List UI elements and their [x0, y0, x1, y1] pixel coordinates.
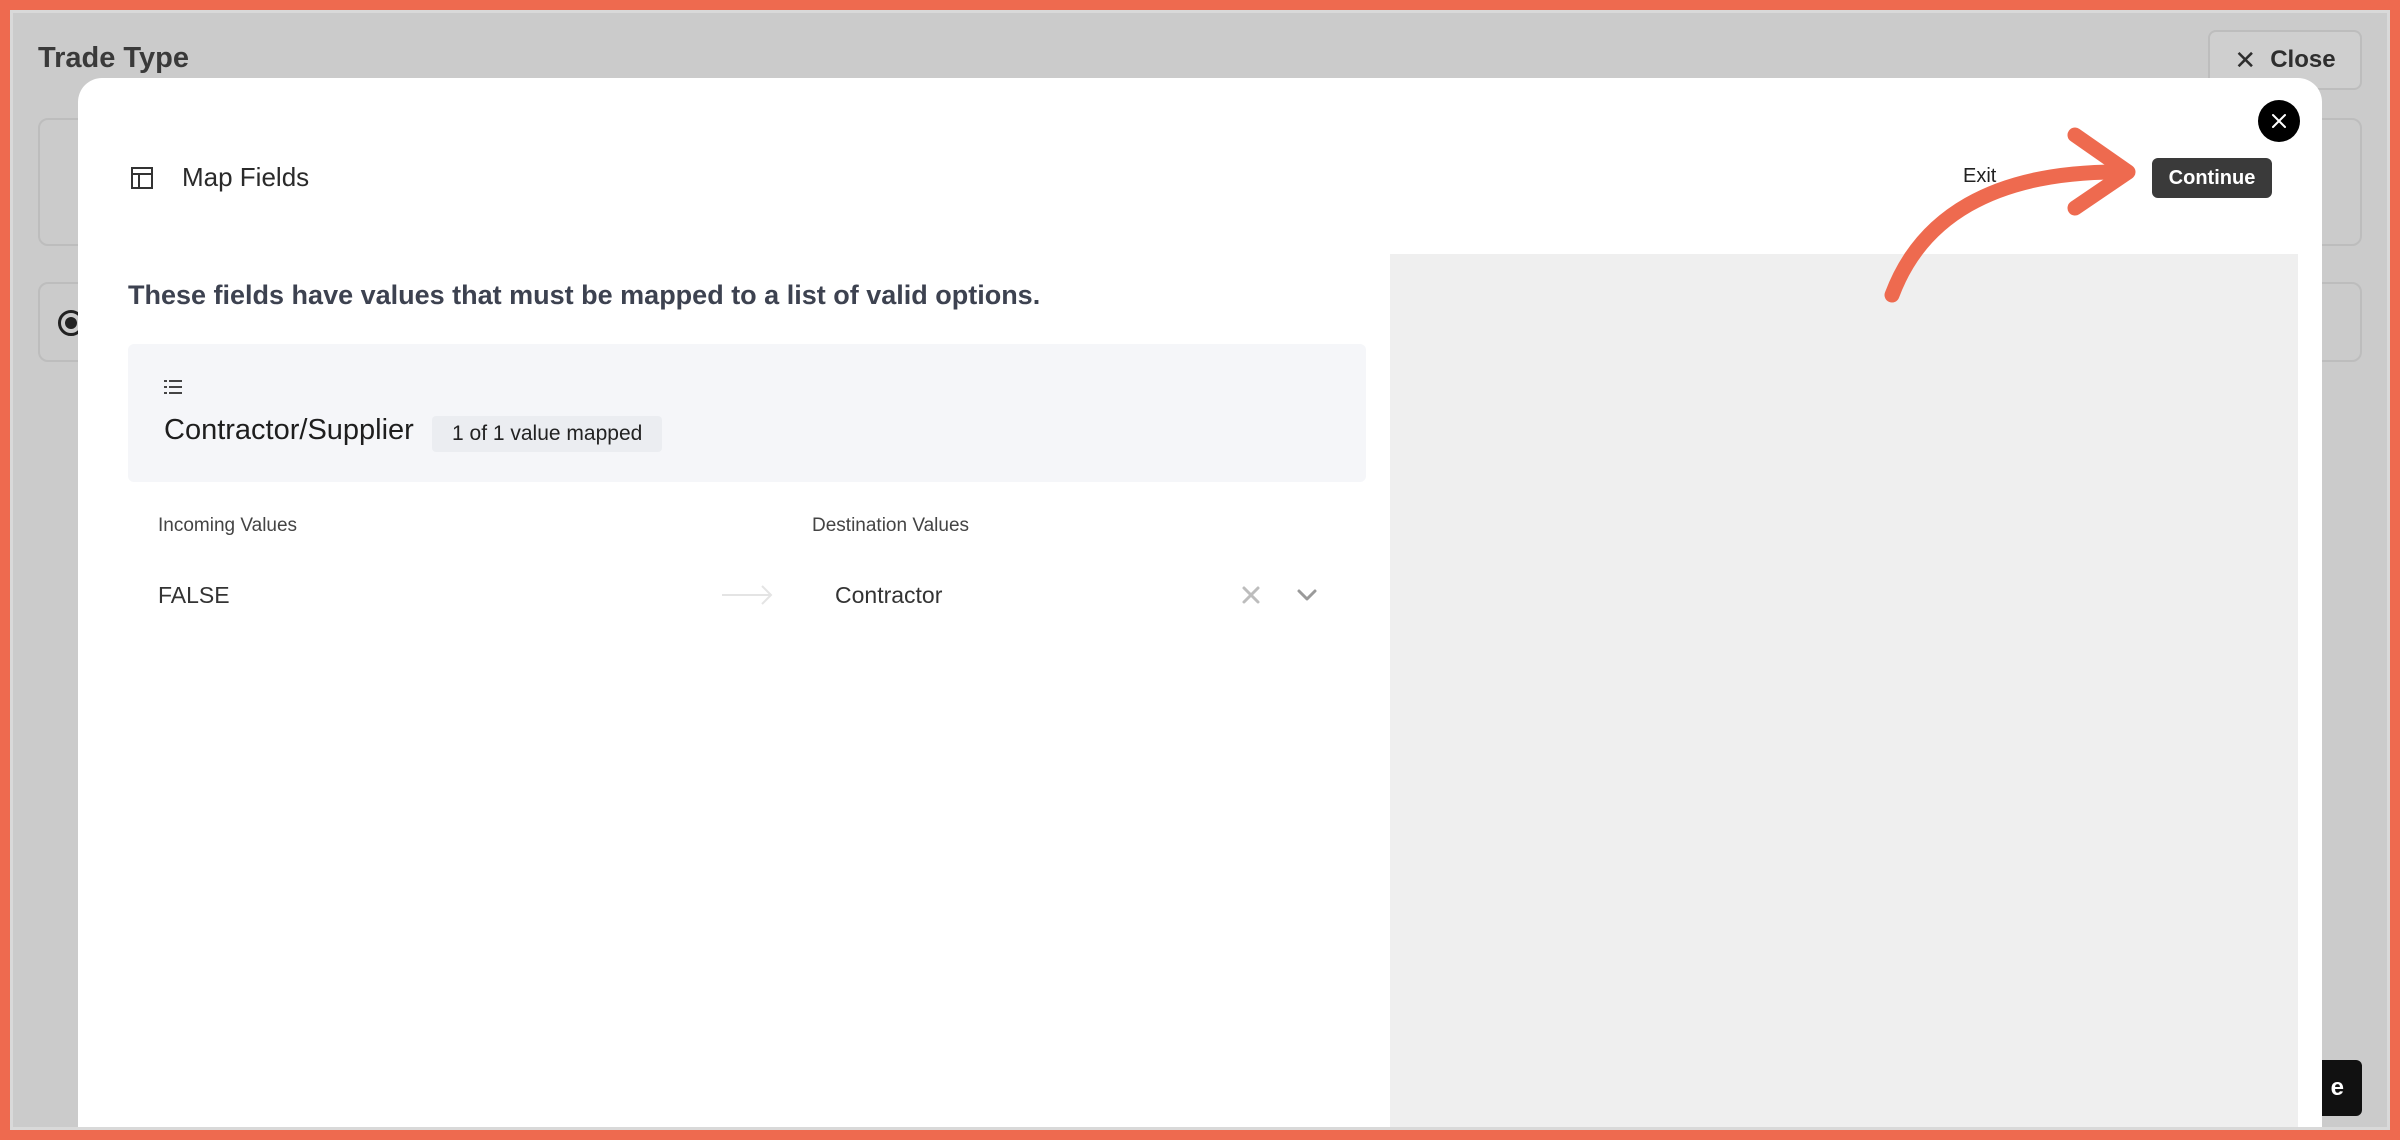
- bottom-action-button-label: e: [2330, 1074, 2344, 1101]
- incoming-value: FALSE: [158, 582, 230, 608]
- incoming-values-header: Incoming Values: [158, 515, 298, 536]
- close-icon: [2272, 114, 2286, 128]
- clear-icon[interactable]: [1240, 584, 1262, 606]
- destination-select-value[interactable]: Contractor: [835, 582, 942, 609]
- list-icon: [164, 380, 182, 394]
- instruction-text: These fields have values that must be ma…: [128, 280, 1041, 310]
- chevron-down-icon[interactable]: [1296, 586, 1318, 604]
- modal-title: Map Fields: [182, 162, 310, 192]
- continue-button[interactable]: Continue: [2152, 158, 2272, 198]
- close-icon: ✕: [2234, 44, 2257, 75]
- annotation-arrow-icon: [1884, 127, 2136, 303]
- page-title: Trade Type: [38, 42, 189, 74]
- preview-pane: [1390, 254, 2298, 1140]
- mapped-status-badge: 1 of 1 value mapped: [432, 416, 663, 452]
- arrow-right-icon: [722, 585, 773, 605]
- modal-close-button[interactable]: [2258, 100, 2300, 142]
- field-name: Contractor/Supplier: [164, 414, 414, 446]
- destination-values-header: Destination Values: [812, 515, 970, 536]
- field-card: Contractor/Supplier 1 of 1 value mapped: [128, 344, 1366, 482]
- close-button-label: Close: [2270, 46, 2336, 73]
- table-icon: [131, 167, 153, 189]
